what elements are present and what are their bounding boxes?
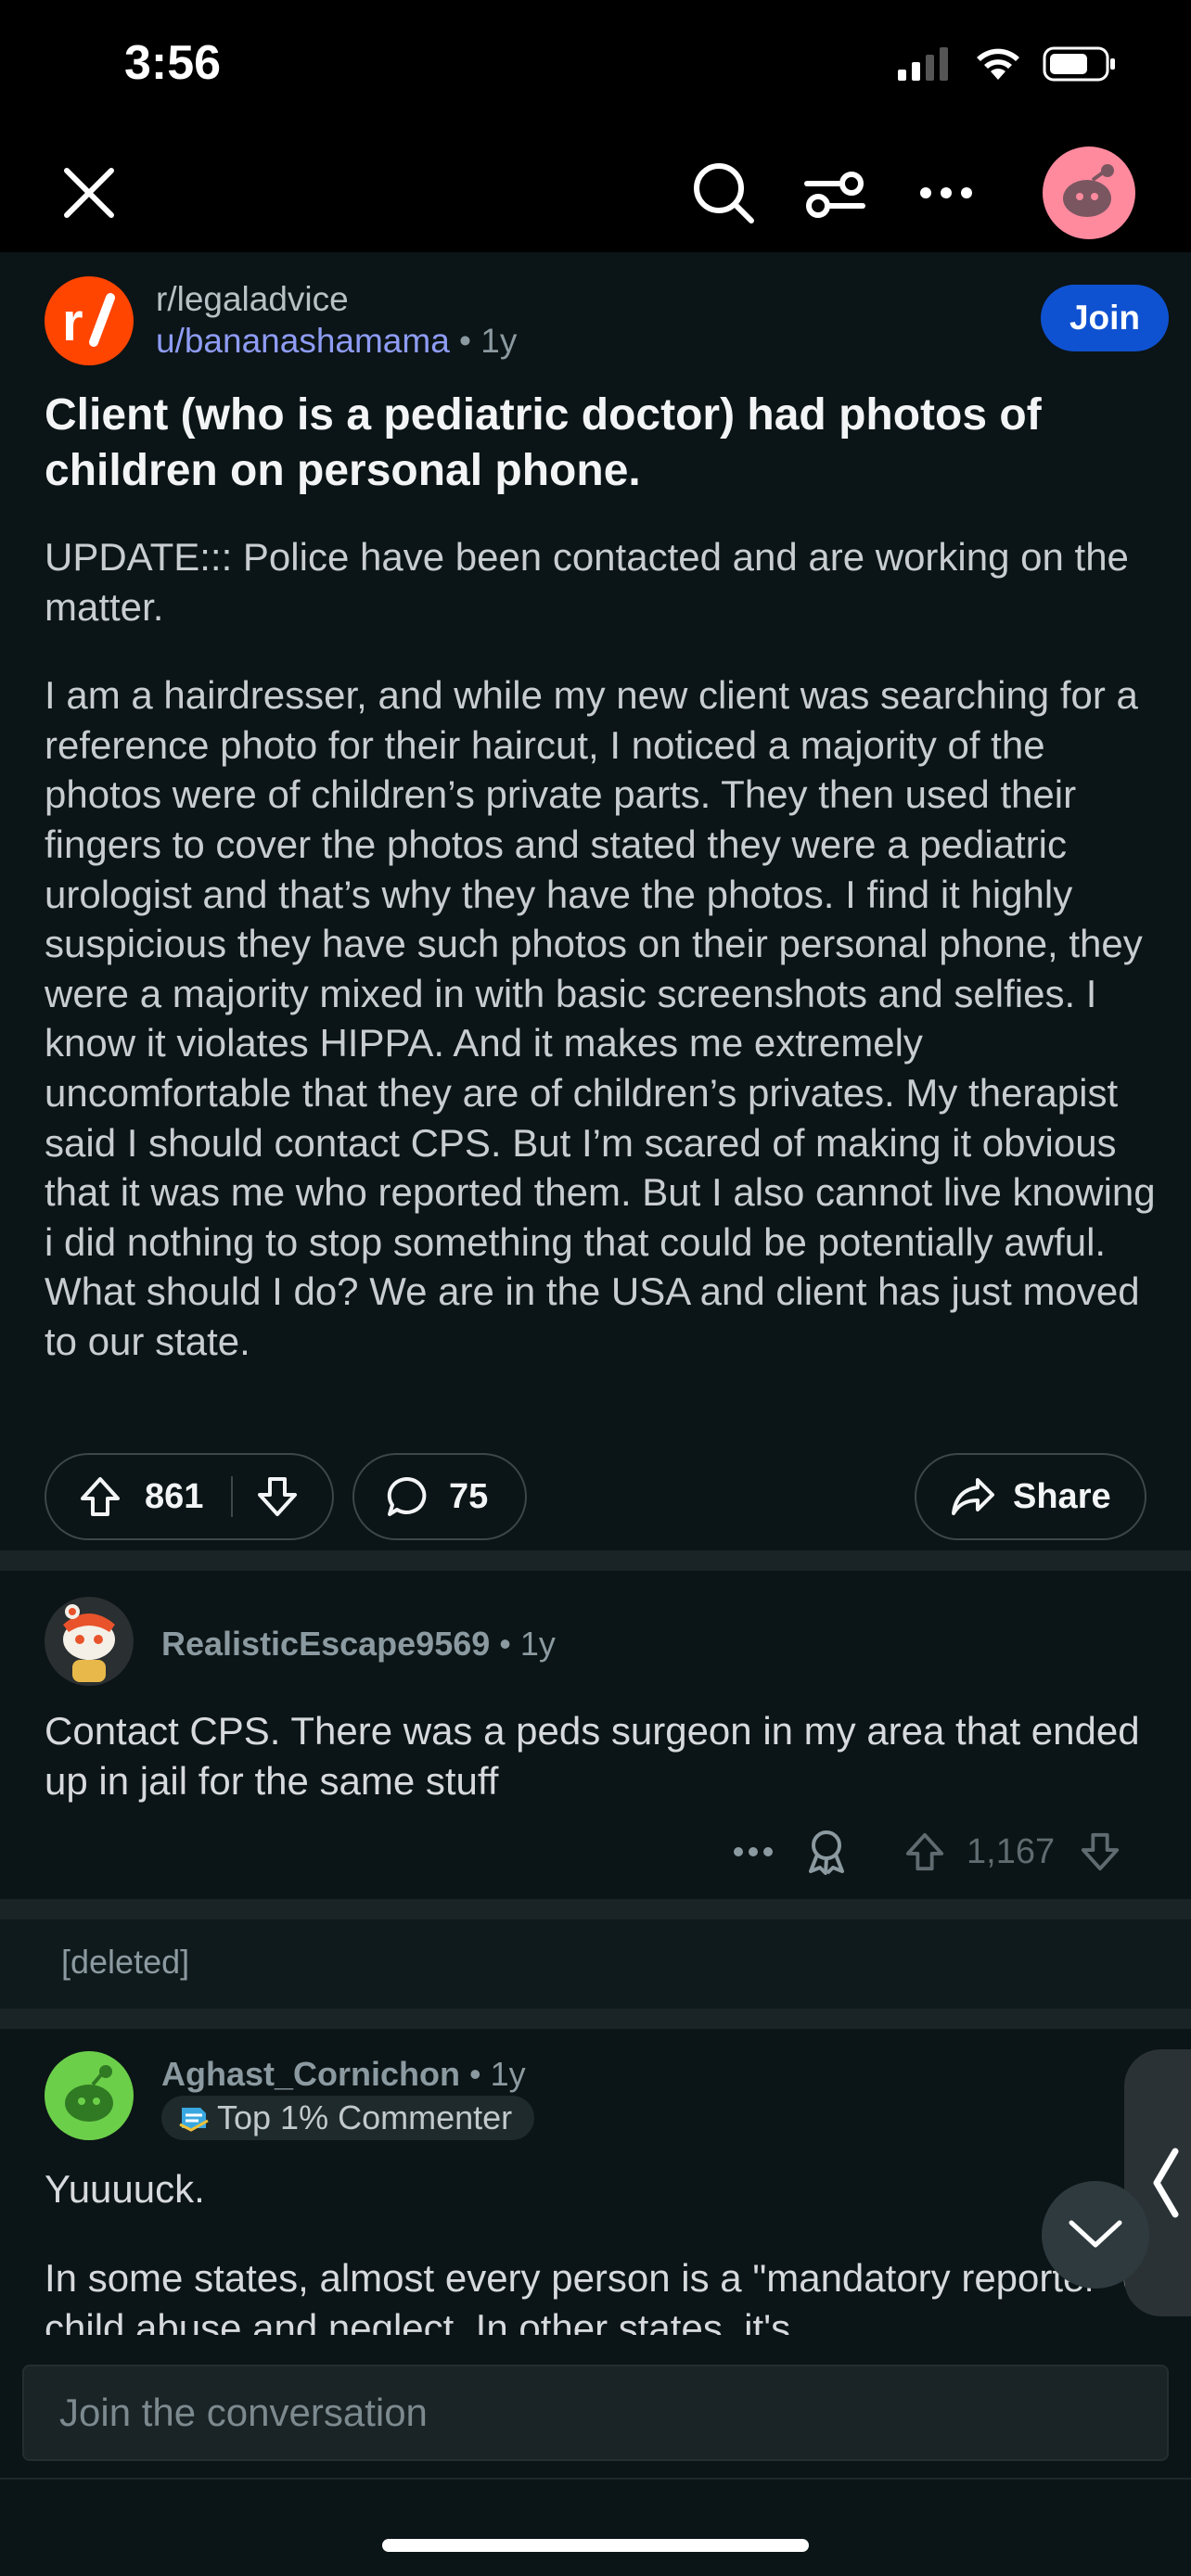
vote-divider — [231, 1476, 234, 1517]
comment-divider — [0, 2009, 1191, 2029]
comment-age: 1y — [490, 2055, 526, 2093]
collapse-side-tab[interactable] — [1124, 2049, 1191, 2316]
downvote-icon[interactable] — [255, 1474, 300, 1519]
comment-author-line: Aghast_Cornichon • 1y — [161, 2055, 526, 2094]
join-button[interactable]: Join — [1041, 285, 1169, 351]
comment-age: 1y — [519, 1625, 556, 1663]
top-navigation — [0, 130, 1191, 252]
comment-icon — [386, 1474, 430, 1519]
upvote-icon[interactable] — [78, 1474, 122, 1519]
subreddit-name[interactable]: r/legaladvice — [156, 280, 349, 319]
comment-avatar-realisticescape[interactable] — [45, 1597, 134, 1686]
post-age-separator: • — [449, 322, 481, 360]
comment-age-separator: • — [460, 2055, 491, 2093]
share-button[interactable]: Share — [915, 1453, 1146, 1540]
post-divider — [0, 1550, 1191, 1571]
share-label: Share — [1013, 1476, 1111, 1516]
comments-button[interactable]: 75 — [352, 1453, 527, 1540]
comment-downvote-icon[interactable] — [1079, 1830, 1121, 1873]
snoo-avatar-icon — [63, 1604, 115, 1682]
post-author[interactable]: u/bananashamama — [156, 322, 450, 360]
award-icon[interactable] — [805, 1829, 848, 1875]
search-icon[interactable] — [688, 158, 759, 228]
commenter-badge-icon — [179, 2108, 209, 2132]
upvote-count: 861 — [145, 1476, 204, 1516]
comment-text: In some states, almost every person is a… — [45, 2256, 1155, 2335]
wifi-icon — [977, 48, 1019, 80]
comment-text: Yuuuuck. — [45, 2167, 205, 2211]
chevron-down-icon — [1069, 2220, 1122, 2248]
home-indicator — [382, 2539, 809, 2552]
top-commenter-badge: Top 1% Commenter — [161, 2096, 535, 2140]
comment-avatar-aghast[interactable] — [45, 2051, 134, 2140]
comment-author[interactable]: Aghast_Cornichon — [161, 2055, 460, 2093]
user-avatar[interactable] — [1043, 147, 1135, 239]
post-body: UPDATE::: Police have been contacted and… — [45, 532, 1158, 1406]
comment-composer-input[interactable]: Join the conversation — [22, 2365, 1169, 2461]
snoo-avatar-icon — [65, 2065, 113, 2122]
badge-label: Top 1% Commenter — [217, 2098, 513, 2136]
post-age: 1y — [480, 322, 518, 360]
vote-control: 861 — [45, 1453, 334, 1540]
share-icon — [950, 1474, 996, 1519]
comment-vote-count: 1,167 — [967, 1831, 1056, 1871]
subreddit-icon[interactable]: r — [45, 276, 134, 365]
next-comment-button[interactable] — [1042, 2181, 1149, 2289]
bottom-divider — [0, 2478, 1191, 2480]
sort-filter-icon[interactable] — [800, 158, 870, 228]
comment-more-icon[interactable] — [733, 1846, 774, 1857]
comment-age-separator: • — [490, 1625, 520, 1663]
close-icon[interactable] — [54, 158, 124, 228]
status-icons — [898, 46, 1117, 82]
snoo-avatar-icon — [1063, 164, 1114, 217]
comment-author-line: RealisticEscape9569 • 1y — [161, 1625, 556, 1664]
post-author-line: u/bananashamama • 1y — [156, 322, 517, 361]
composer-placeholder: Join the conversation — [59, 2391, 428, 2434]
comment-author[interactable]: RealisticEscape9569 — [161, 1625, 490, 1663]
comment-actions: 1,167 — [733, 1829, 1121, 1875]
chevron-left-icon — [1153, 2148, 1179, 2218]
post-body-text: I am a hairdresser, and while my new cli… — [45, 673, 1156, 1363]
comment-upvote-icon[interactable] — [903, 1830, 946, 1873]
comment-divider — [0, 1899, 1191, 1919]
post-title: Client (who is a pediatric doctor) had p… — [45, 390, 1042, 495]
comment-count: 75 — [449, 1476, 489, 1516]
battery-icon — [1043, 46, 1115, 82]
more-options-icon[interactable] — [911, 158, 981, 228]
comment-text: Contact CPS. There was a peds surgeon in… — [45, 1709, 1140, 1803]
status-time: 3:56 — [124, 36, 222, 90]
deleted-comment-label: [deleted] — [61, 1943, 190, 1981]
signal-icon — [898, 47, 948, 81]
post-update-text: UPDATE::: Police have been contacted and… — [45, 535, 1129, 629]
svg-text:r: r — [62, 292, 83, 352]
